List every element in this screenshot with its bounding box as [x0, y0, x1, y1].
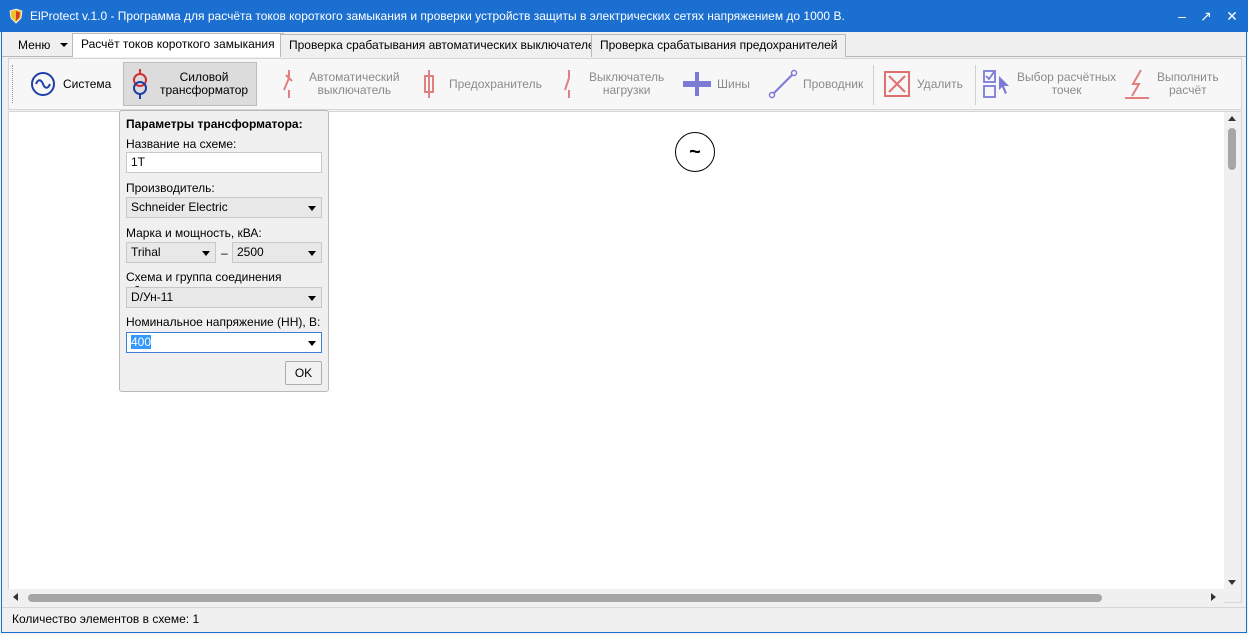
fuse-button[interactable]: Предохранитель [413, 62, 543, 106]
fuse-icon [424, 70, 434, 98]
scroll-up-icon[interactable] [1228, 116, 1236, 121]
wire-icon [768, 69, 798, 99]
power-value: 2500 [237, 245, 264, 259]
chevron-down-icon [308, 251, 316, 256]
close-button[interactable]: ✕ [1222, 6, 1242, 26]
transformer-label-line1: Силовой [179, 70, 229, 84]
vertical-scrollbar[interactable] [1224, 112, 1241, 602]
select-points-button[interactable]: Выбор расчётных точек [981, 62, 1116, 106]
tab-short-circuit[interactable]: Расчёт токов короткого замыкания [72, 33, 284, 57]
breaker-label-line1: Автоматический [309, 70, 400, 84]
chevron-down-icon [60, 43, 68, 47]
load-switch-button[interactable]: Выключатель нагрузки [553, 62, 669, 106]
power-select[interactable]: 2500 [232, 242, 322, 263]
system-label: Система [63, 76, 112, 91]
model-value: Trihal [131, 245, 161, 259]
voltage-value: 400 [131, 335, 152, 349]
voltage-select[interactable]: 400 [126, 332, 322, 353]
panel-title: Параметры трансформатора: [126, 117, 303, 131]
ok-button[interactable]: OK [285, 361, 322, 385]
transformer-label: Силовой трансформатор [156, 71, 248, 97]
circuit-breaker-button[interactable]: Автоматический выключатель [273, 62, 403, 106]
toolbar-grip[interactable] [12, 65, 15, 103]
vertical-scroll-thumb[interactable] [1228, 128, 1236, 170]
winding-scheme-select[interactable]: D/Ун-11 [126, 287, 322, 308]
name-label: Название на схеме: [126, 137, 237, 151]
toolbar-separator [873, 65, 874, 105]
delete-icon [884, 71, 910, 97]
manufacturer-label: Производитель: [126, 181, 215, 195]
chevron-down-icon [202, 251, 210, 256]
delete-button[interactable]: Удалить [881, 62, 971, 106]
title-bar: ElProtect v.1.0 - Программа для расчёта … [0, 0, 1248, 32]
manufacturer-value: Schneider Electric [131, 200, 228, 214]
select-points-label: Выбор расчётных точек [1013, 71, 1116, 97]
transformer-button[interactable]: Силовой трансформатор [123, 62, 257, 106]
busbar-icon [683, 72, 711, 96]
circuit-breaker-label: Автоматический выключатель [305, 71, 400, 97]
voltage-label: Номинальное напряжение (НН), В: [126, 315, 321, 329]
winding-scheme-value: D/Ун-11 [131, 290, 174, 304]
model-select[interactable]: Trihal [126, 242, 216, 263]
ac-source-element[interactable]: ~ [675, 132, 715, 172]
name-field[interactable]: 1T [126, 152, 322, 173]
load-switch-label-line1: Выключатель [589, 70, 665, 84]
window-title: ElProtect v.1.0 - Программа для расчёта … [30, 9, 845, 23]
horizontal-scroll-thumb[interactable] [28, 594, 1102, 602]
circuit-breaker-icon [283, 70, 293, 98]
status-bar: Количество элементов в схеме: 1 [2, 607, 1246, 632]
toolbar-separator [975, 65, 976, 105]
select-points-label-line2: точек [1051, 83, 1082, 97]
tab-breakers-check[interactable]: Проверка срабатывания автоматических вык… [280, 34, 611, 57]
load-switch-icon [564, 70, 570, 98]
horizontal-scrollbar[interactable] [8, 589, 1224, 606]
breaker-label-line2: выключатель [317, 83, 392, 97]
system-button[interactable]: Система [27, 62, 119, 106]
app-shield-icon [9, 8, 23, 24]
chevron-down-icon [308, 341, 316, 346]
select-points-icon [983, 70, 1009, 98]
tab-fuses-check[interactable]: Проверка срабатывания предохранителей [591, 34, 847, 57]
range-dash: – [221, 246, 228, 260]
calculate-icon [1125, 69, 1149, 99]
tab-row: Меню Расчёт токов короткого замыкания Пр… [2, 32, 1246, 57]
transformer-label-line2: трансформатор [160, 83, 249, 97]
chevron-down-icon [308, 206, 316, 211]
chevron-down-icon [308, 296, 316, 301]
manufacturer-select[interactable]: Schneider Electric [126, 197, 322, 218]
scroll-right-icon[interactable] [1211, 593, 1216, 601]
toolbar: Система Силовой трансформатор Автоматиче… [8, 58, 1242, 110]
transformer-icon [133, 69, 147, 99]
calculate-label-line1: Выполнить [1157, 70, 1219, 84]
scroll-down-icon[interactable] [1228, 580, 1236, 585]
transformer-parameters-panel: Параметры трансформатора: Название на сх… [119, 110, 329, 392]
calculate-button[interactable]: Выполнить расчёт [1121, 62, 1231, 106]
load-switch-label: Выключатель нагрузки [585, 71, 664, 97]
calculate-label-line2: расчёт [1168, 83, 1207, 97]
maximize-button[interactable]: ↗ [1196, 6, 1216, 26]
load-switch-label-line2: нагрузки [602, 83, 651, 97]
ac-source-icon [31, 72, 55, 96]
fuse-label: Предохранитель [449, 76, 542, 91]
model-power-label: Марка и мощность, кВА: [126, 226, 262, 240]
busbar-label: Шины [717, 76, 750, 91]
delete-label: Удалить [917, 76, 963, 91]
wire-label: Проводник [803, 76, 864, 91]
menu-label: Меню [18, 38, 51, 52]
wire-button[interactable]: Проводник [767, 62, 867, 106]
scroll-left-icon[interactable] [13, 593, 18, 601]
select-points-label-line1: Выбор расчётных [1017, 70, 1117, 84]
minimize-button[interactable]: – [1172, 6, 1192, 26]
menu-button[interactable]: Меню [8, 36, 72, 56]
calculate-label: Выполнить расчёт [1153, 71, 1219, 97]
busbar-button[interactable]: Шины [681, 62, 757, 106]
